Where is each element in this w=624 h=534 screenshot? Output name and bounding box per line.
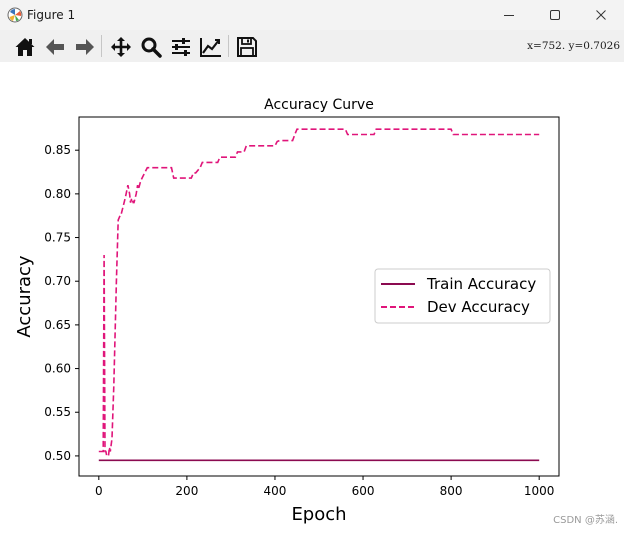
save-button[interactable] xyxy=(234,34,260,60)
y-tick-label: 0.60 xyxy=(44,362,71,376)
save-floppy-icon xyxy=(237,37,257,57)
close-icon xyxy=(596,10,606,20)
maximize-icon xyxy=(550,10,560,20)
y-tick-label: 0.70 xyxy=(44,274,71,288)
y-axis-label: Accuracy xyxy=(14,255,35,338)
edit-axes-button[interactable] xyxy=(198,34,224,60)
maximize-button[interactable] xyxy=(532,0,578,30)
y-tick-label: 0.65 xyxy=(44,318,71,332)
zoom-magnifier-icon xyxy=(141,37,162,58)
x-tick-label: 400 xyxy=(264,484,287,498)
back-button[interactable] xyxy=(42,34,68,60)
figure-canvas[interactable]: Accuracy Curve 0 200 400 600 800 1000 0.50 0.55… xyxy=(0,62,624,530)
home-icon xyxy=(15,38,35,56)
subplot-sliders-icon xyxy=(172,38,190,56)
x-tick-label: 600 xyxy=(352,484,375,498)
x-tick-label: 200 xyxy=(175,484,198,498)
close-button[interactable] xyxy=(578,0,624,30)
watermark: CSDN @苏涵. xyxy=(553,515,618,526)
legend-label-dev: Dev Accuracy xyxy=(427,298,530,316)
accuracy-chart[interactable]: Accuracy Curve 0 200 400 600 800 1000 0.50 0.55… xyxy=(0,62,624,530)
x-tick-label: 800 xyxy=(440,484,463,498)
axes-edit-icon xyxy=(200,38,221,57)
window-title: Figure 1 xyxy=(27,8,76,22)
y-tick-label: 0.55 xyxy=(44,405,71,419)
chart-title: Accuracy Curve xyxy=(264,97,374,113)
x-tick-label: 1000 xyxy=(524,484,555,498)
window-titlebar: Figure 1 xyxy=(0,0,624,30)
y-tick-label: 0.50 xyxy=(44,449,71,463)
x-axis-label: Epoch xyxy=(291,504,346,525)
y-tick-label: 0.80 xyxy=(44,187,71,201)
pan-button[interactable] xyxy=(108,34,134,60)
matplotlib-logo-icon xyxy=(7,7,23,23)
cursor-coordinates: x=752. y=0.7026 xyxy=(527,40,620,52)
x-tick-label: 0 xyxy=(95,484,103,498)
toolbar-separator xyxy=(101,35,102,57)
toolbar-separator xyxy=(228,35,229,57)
back-arrow-icon xyxy=(46,39,64,55)
minimize-icon xyxy=(504,15,514,16)
forward-arrow-icon xyxy=(76,39,94,55)
y-tick-label: 0.85 xyxy=(44,143,71,157)
configure-subplots-button[interactable] xyxy=(168,34,194,60)
pan-move-icon xyxy=(111,37,131,57)
y-tick-label: 0.75 xyxy=(44,231,71,245)
home-button[interactable] xyxy=(12,34,38,60)
chart-legend: Train Accuracy Dev Accuracy xyxy=(374,268,551,324)
zoom-button[interactable] xyxy=(138,34,164,60)
legend-label-train: Train Accuracy xyxy=(426,275,536,293)
minimize-button[interactable] xyxy=(486,0,532,30)
forward-button[interactable] xyxy=(72,34,98,60)
